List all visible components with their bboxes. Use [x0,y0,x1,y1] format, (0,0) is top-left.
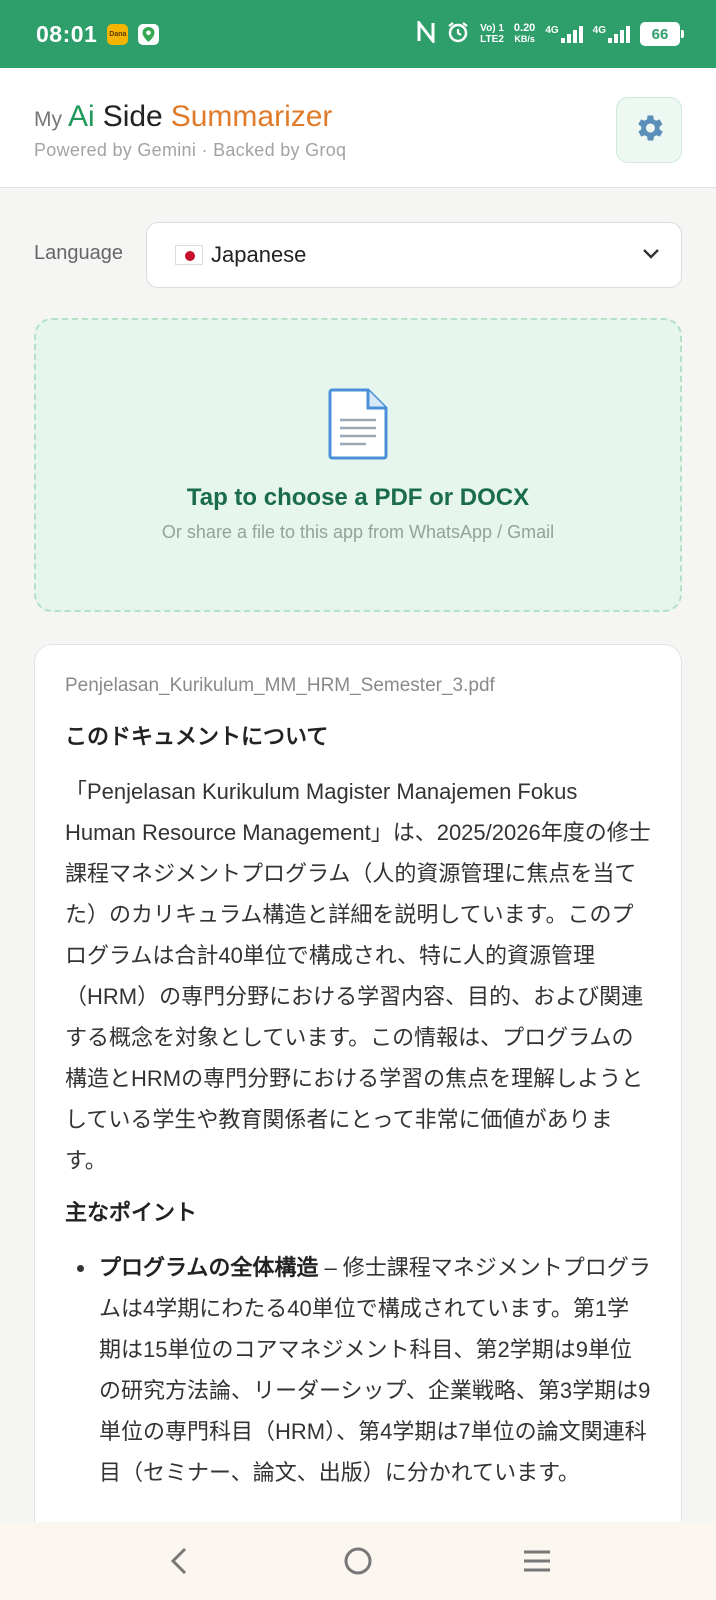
file-upload-dropzone[interactable]: Tap to choose a PDF or DOCX Or share a f… [34,318,682,612]
dana-app-icon: Dana [107,23,129,45]
point-title: プログラムの全体構造 [99,1255,319,1280]
point-text: – 修士課程マネジメントプログラムは4学期にわたる40単位で構成されています。第… [99,1255,651,1485]
list-item: プログラムの全体構造 – 修士課程マネジメントプログラムは4学期にわたる40単位… [65,1247,651,1493]
upload-hint: Or share a file to this app from WhatsAp… [161,522,555,542]
back-button[interactable] [149,1531,209,1591]
title-my: My [34,108,62,131]
summary-file-name: Penjelasan_Kurikulum_MM_HRM_Semester_3.p… [65,675,495,696]
network-speed-unit: KB/s [514,34,535,44]
title-ai: Ai [68,100,95,133]
menu-icon [523,1550,550,1572]
net-gen-1: 4G [545,25,559,36]
status-time: 08:01 [36,20,98,47]
settings-button[interactable] [616,97,682,163]
maps-app-icon [138,23,160,45]
battery-indicator: 66 [640,22,684,46]
recents-button[interactable] [507,1531,567,1591]
title-side: Side [102,100,163,133]
key-points-list: プログラムの全体構造 – 修士課程マネジメントプログラムは4学期にわたる40単位… [65,1247,651,1493]
nfc-icon [416,18,436,48]
heading-key-points: 主なポイント [65,1200,198,1225]
signal-2: 4G [593,25,630,43]
alarm-icon [446,20,470,49]
language-selected-value: Japanese [211,242,307,267]
about-paragraph: 「Penjelasan Kurikulum Magister Manajemen… [65,779,651,1173]
system-nav-bar [0,1522,716,1600]
net-gen-2: 4G [592,25,606,36]
signal-bars-icon [560,25,583,43]
signal-bars-icon [608,25,630,43]
network-speed-value: 0.20 [513,22,536,34]
language-select[interactable]: Japanese [146,222,682,288]
upload-title: Tap to choose a PDF or DOCX [186,484,530,511]
gear-icon [632,111,666,150]
status-indicators: Vo) 1 LTE2 0.20 KB/s 4G 4G 66 [416,18,684,49]
back-icon [171,1547,187,1575]
document-icon [326,388,390,465]
language-label: Language [34,242,123,264]
network-speed: 0.20 KB/s [514,23,535,45]
signal-1: 4G [545,25,583,43]
volte-indicator: Vo) 1 LTE2 [480,23,504,45]
heading-about-document: このドキュメントについて [65,724,329,749]
japan-flag-icon [175,245,203,265]
chevron-down-icon [641,246,661,265]
home-button[interactable] [328,1531,388,1591]
status-bar: 08:01 Dana Vo) 1 LTE2 0.20 KB/s 4G 4G 66 [0,0,716,68]
app-subtitle: Powered by Gemini · Backed by Groq [34,140,347,160]
home-icon [344,1547,372,1575]
app-title: My Ai Side Summarizer [34,100,332,134]
summary-card: Penjelasan_Kurikulum_MM_HRM_Semester_3.p… [34,644,682,1544]
title-summarizer: Summarizer [170,100,333,133]
app-header: My Ai Side Summarizer Powered by Gemini … [0,68,716,188]
